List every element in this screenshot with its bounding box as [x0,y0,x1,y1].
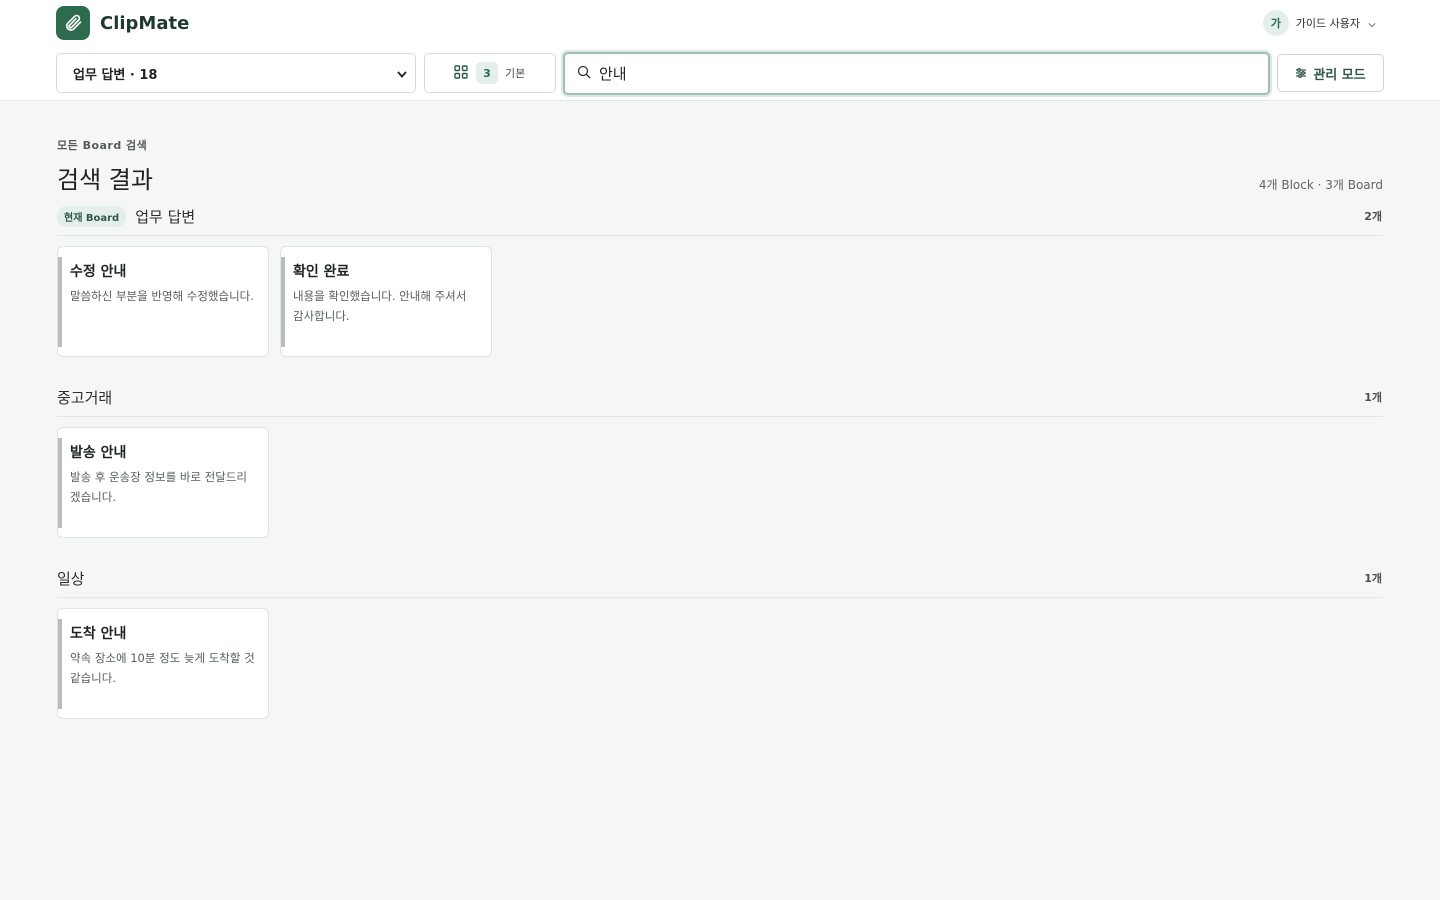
block-title: 도착 안내 [70,626,127,642]
board-group-name: 일상 [57,569,85,588]
divider [57,416,1383,417]
search-input[interactable] [599,64,1199,83]
card-accent-bar [58,619,62,709]
card-accent-bar [281,257,285,347]
current-board-badge: 현재 Board [57,205,127,227]
block-body: 약속 장소에 10분 정도 늦게 도착할 것 같습니다. [70,651,255,685]
board-group-header: 중고거래 1개 [57,384,1383,410]
board-group-count: 2개 [1364,210,1382,223]
chevron-down-icon [397,64,407,83]
board-group-name: 업무 답변 [135,207,196,226]
sliders-icon [1295,64,1307,83]
admin-mode-label: 관리 모드 [1313,67,1366,83]
board-select[interactable]: 업무 답변 · 18 [56,53,416,93]
page-title: 검색 결과 [57,166,153,194]
card-accent-bar [58,257,62,347]
block-card[interactable]: 발송 안내 발송 후 운송장 정보를 바로 전달드리겠습니다. [57,427,269,538]
divider [57,235,1383,236]
board-group-count: 1개 [1364,572,1382,585]
brand[interactable]: ClipMate [56,6,189,40]
results-summary: 4개 Block · 3개 Board [1258,178,1383,192]
user-menu[interactable]: 가 가이드 사용자 [1262,10,1376,36]
block-card[interactable]: 확인 완료 내용을 확인했습니다. 안내해 주셔서 감사합니다. [280,246,492,357]
section-eyebrow: 모든 Board 검색 [57,139,148,152]
block-body: 내용을 확인했습니다. 안내해 주셔서 감사합니다. [293,289,467,323]
board-group-name: 중고거래 [57,388,113,407]
board-group-header: 일상 1개 [57,565,1383,591]
card-accent-bar [58,438,62,528]
block-body: 말씀하신 부분을 반영해 수정했습니다. [70,289,254,303]
board-group-count: 1개 [1364,391,1382,404]
block-title: 발송 안내 [70,445,127,461]
paperclip-icon [56,6,90,40]
block-card[interactable]: 도착 안내 약속 장소에 10분 정도 늦게 도착할 것 같습니다. [57,608,269,719]
avatar: 가 [1262,10,1289,36]
view-label: 기본 [505,67,526,80]
block-title: 확인 완료 [293,264,350,280]
search-box[interactable] [563,52,1270,95]
block-body: 발송 후 운송장 정보를 바로 전달드리겠습니다. [70,470,247,504]
admin-mode-button[interactable]: 관리 모드 [1277,54,1384,92]
block-title: 수정 안내 [70,264,127,280]
user-name: 가이드 사용자 [1295,17,1360,30]
view-toggle-button[interactable]: 3 기본 [424,53,556,93]
chevron-down-icon [1368,14,1376,33]
board-select-value: 업무 답변 · 18 [73,67,158,83]
top-header: ClipMate 가 가이드 사용자 업무 답변 · 18 3 기본 안내 관리… [0,0,1440,101]
brand-name: ClipMate [100,12,190,34]
divider [57,597,1383,598]
grid-icon [454,64,468,83]
board-group-header: 현재 Board 업무 답변 2개 [57,203,1383,229]
block-card[interactable]: 수정 안내 말씀하신 부분을 반영해 수정했습니다. [57,246,269,357]
view-count-badge: 3 [476,62,498,84]
search-icon [577,64,591,83]
